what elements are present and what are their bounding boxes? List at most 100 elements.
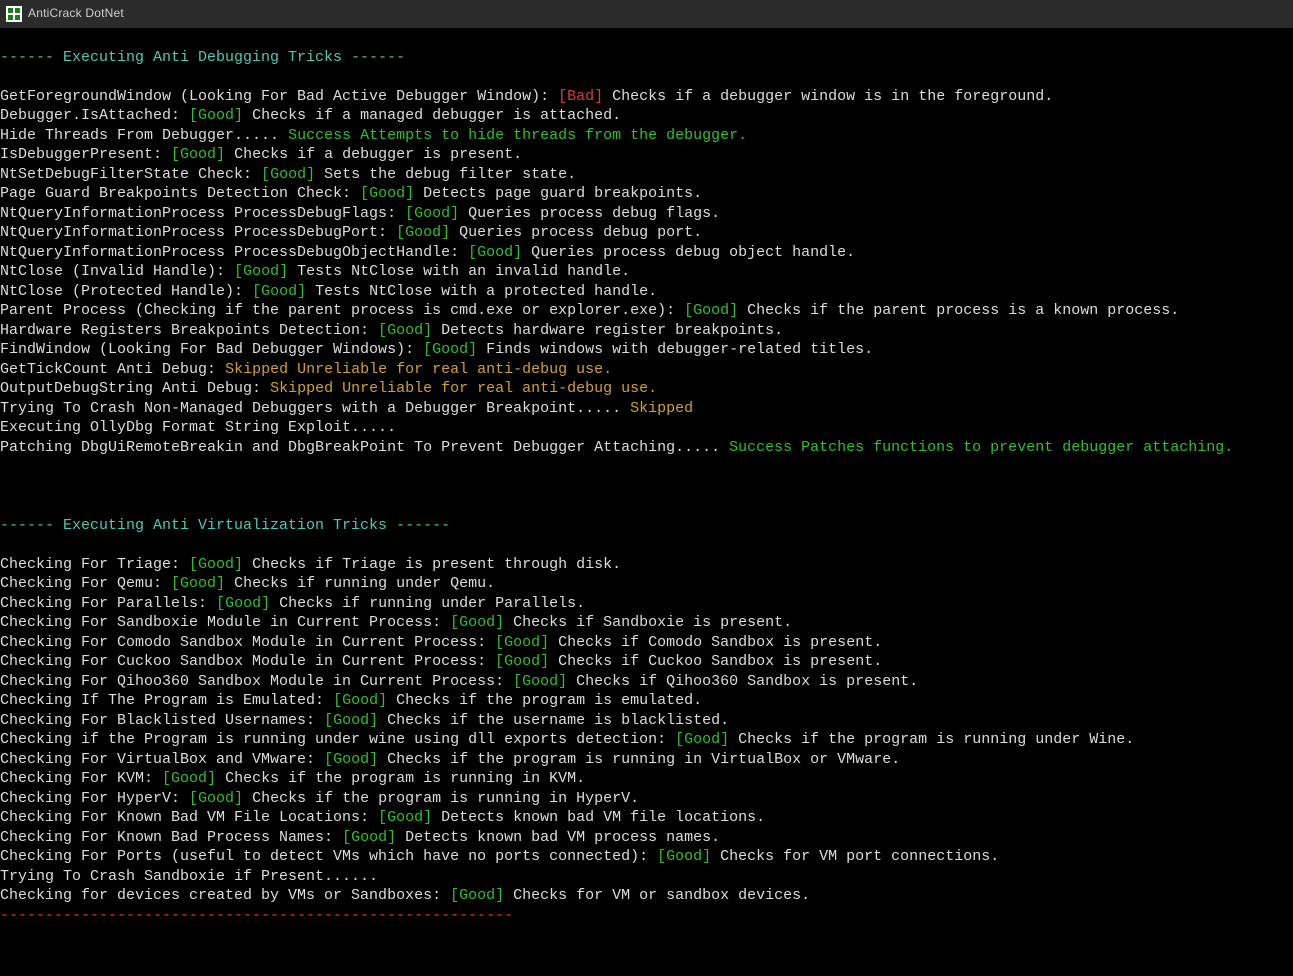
status-good: [Good] — [252, 283, 306, 300]
check-label: Checking For VirtualBox and VMware: — [0, 751, 315, 768]
check-label: Checking For Qihoo360 Sandbox Module in … — [0, 673, 504, 690]
check-label: Checking For Parallels: — [0, 595, 207, 612]
status-success: Success Patches functions to prevent deb… — [729, 439, 1233, 456]
log-line: NtQueryInformationProcess ProcessDebugFl… — [0, 204, 1293, 224]
log-line: Checking For VirtualBox and VMware: [Goo… — [0, 750, 1293, 770]
check-label: Debugger.IsAttached: — [0, 107, 180, 124]
log-line: Checking For Cuckoo Sandbox Module in Cu… — [0, 652, 1293, 672]
status-skipped: Skipped — [630, 400, 693, 417]
check-desc: Checks for VM or sandbox devices. — [513, 887, 810, 904]
status-good: [Good] — [216, 595, 270, 612]
log-line: NtSetDebugFilterState Check: [Good] Sets… — [0, 165, 1293, 185]
blank-line — [0, 28, 1293, 48]
check-label: NtQueryInformationProcess ProcessDebugFl… — [0, 205, 396, 222]
status-good: [Good] — [333, 692, 387, 709]
check-desc: Sets the debug filter state. — [324, 166, 576, 183]
check-label: IsDebuggerPresent: — [0, 146, 162, 163]
check-label: Checking For Sandboxie Module in Current… — [0, 614, 441, 631]
log-line: Patching DbgUiRemoteBreakin and DbgBreak… — [0, 438, 1293, 458]
log-line: Page Guard Breakpoints Detection Check: … — [0, 184, 1293, 204]
check-desc: Checks if Triage is present through disk… — [252, 556, 621, 573]
check-desc: Checks if the parent process is a known … — [747, 302, 1179, 319]
check-label: GetTickCount Anti Debug: — [0, 361, 216, 378]
check-desc: Checks if Qihoo360 Sandbox is present. — [576, 673, 918, 690]
check-label: Trying To Crash Non-Managed Debuggers wi… — [0, 400, 621, 417]
check-label: Patching DbgUiRemoteBreakin and DbgBreak… — [0, 439, 720, 456]
check-label: NtClose (Invalid Handle): — [0, 263, 225, 280]
check-desc: Checks if the program is running in Hype… — [252, 790, 639, 807]
log-line: NtQueryInformationProcess ProcessDebugPo… — [0, 223, 1293, 243]
check-desc: Checks for VM port connections. — [720, 848, 999, 865]
check-desc: Checks if the program is running under W… — [738, 731, 1134, 748]
check-label: Checking if the Program is running under… — [0, 731, 666, 748]
check-desc: Tests NtClose with a protected handle. — [315, 283, 657, 300]
status-skipped: Skipped Unreliable for real anti-debug u… — [270, 380, 657, 397]
log-line: Parent Process (Checking if the parent p… — [0, 301, 1293, 321]
blank-line — [0, 535, 1293, 555]
status-good: [Good] — [189, 556, 243, 573]
log-line: Debugger.IsAttached: [Good] Checks if a … — [0, 106, 1293, 126]
check-label: Checking For Comodo Sandbox Module in Cu… — [0, 634, 486, 651]
check-desc: Checks if Comodo Sandbox is present. — [558, 634, 882, 651]
check-desc: Checks if Sandboxie is present. — [513, 614, 792, 631]
window-titlebar[interactable]: AntiCrack DotNet — [0, 0, 1293, 28]
check-label: Checking If The Program is Emulated: — [0, 692, 324, 709]
check-desc: Queries process debug flags. — [468, 205, 720, 222]
check-desc: Checks if a debugger is present. — [234, 146, 522, 163]
log-line: Hide Threads From Debugger..... Success … — [0, 126, 1293, 146]
status-good: [Good] — [495, 653, 549, 670]
status-good: [Good] — [468, 244, 522, 261]
check-desc: Queries process debug port. — [459, 224, 702, 241]
blank-line — [0, 496, 1293, 516]
status-good: [Good] — [171, 575, 225, 592]
log-line: Checking For Triage: [Good] Checks if Tr… — [0, 555, 1293, 575]
status-good: [Good] — [261, 166, 315, 183]
log-line: Checking For HyperV: [Good] Checks if th… — [0, 789, 1293, 809]
check-desc: Checks if the username is blacklisted. — [387, 712, 729, 729]
status-good: [Good] — [189, 790, 243, 807]
log-line: Checking For Known Bad VM File Locations… — [0, 808, 1293, 828]
check-desc: Finds windows with debugger-related titl… — [486, 341, 873, 358]
check-label: OutputDebugString Anti Debug: — [0, 380, 261, 397]
check-label: Trying To Crash Sandboxie if Present....… — [0, 868, 378, 885]
check-label: FindWindow (Looking For Bad Debugger Win… — [0, 341, 414, 358]
check-label: Checking For Triage: — [0, 556, 180, 573]
status-good: [Good] — [495, 634, 549, 651]
status-good: [Good] — [396, 224, 450, 241]
check-desc: Checks if Cuckoo Sandbox is present. — [558, 653, 882, 670]
log-line: NtClose (Protected Handle): [Good] Tests… — [0, 282, 1293, 302]
status-good: [Good] — [171, 146, 225, 163]
check-label: Checking For Cuckoo Sandbox Module in Cu… — [0, 653, 486, 670]
check-desc: Checks if the program is running in Virt… — [387, 751, 900, 768]
check-desc: Checks if a managed debugger is attached… — [252, 107, 621, 124]
console-output: ------ Executing Anti Debugging Tricks -… — [0, 28, 1293, 925]
check-label: NtSetDebugFilterState Check: — [0, 166, 252, 183]
blank-line — [0, 457, 1293, 477]
log-line: OutputDebugString Anti Debug: Skipped Un… — [0, 379, 1293, 399]
check-desc: Checks if running under Qemu. — [234, 575, 495, 592]
status-success: Success Attempts to hide threads from th… — [288, 127, 747, 144]
status-good: [Good] — [378, 809, 432, 826]
log-line: Checking For Blacklisted Usernames: [Goo… — [0, 711, 1293, 731]
blank-line — [0, 477, 1293, 497]
app-icon — [6, 6, 22, 22]
check-label: Checking For Ports (useful to detect VMs… — [0, 848, 648, 865]
check-desc: Checks if the program is running in KVM. — [225, 770, 585, 787]
check-desc: Checks if running under Parallels. — [279, 595, 585, 612]
status-skipped: Skipped Unreliable for real anti-debug u… — [225, 361, 612, 378]
check-label: NtClose (Protected Handle): — [0, 283, 243, 300]
check-label: Checking For Known Bad VM File Locations… — [0, 809, 369, 826]
status-good: [Good] — [657, 848, 711, 865]
status-good: [Good] — [378, 322, 432, 339]
log-line: GetTickCount Anti Debug: Skipped Unrelia… — [0, 360, 1293, 380]
log-line: IsDebuggerPresent: [Good] Checks if a de… — [0, 145, 1293, 165]
check-label: Checking For Blacklisted Usernames: — [0, 712, 315, 729]
blank-line — [0, 67, 1293, 87]
status-good: [Good] — [684, 302, 738, 319]
check-label: Hardware Registers Breakpoints Detection… — [0, 322, 369, 339]
log-line: Hardware Registers Breakpoints Detection… — [0, 321, 1293, 341]
check-desc: Detects page guard breakpoints. — [423, 185, 702, 202]
check-desc: Detects hardware register breakpoints. — [441, 322, 783, 339]
log-line: Checking For Parallels: [Good] Checks if… — [0, 594, 1293, 614]
log-line: Checking For KVM: [Good] Checks if the p… — [0, 769, 1293, 789]
